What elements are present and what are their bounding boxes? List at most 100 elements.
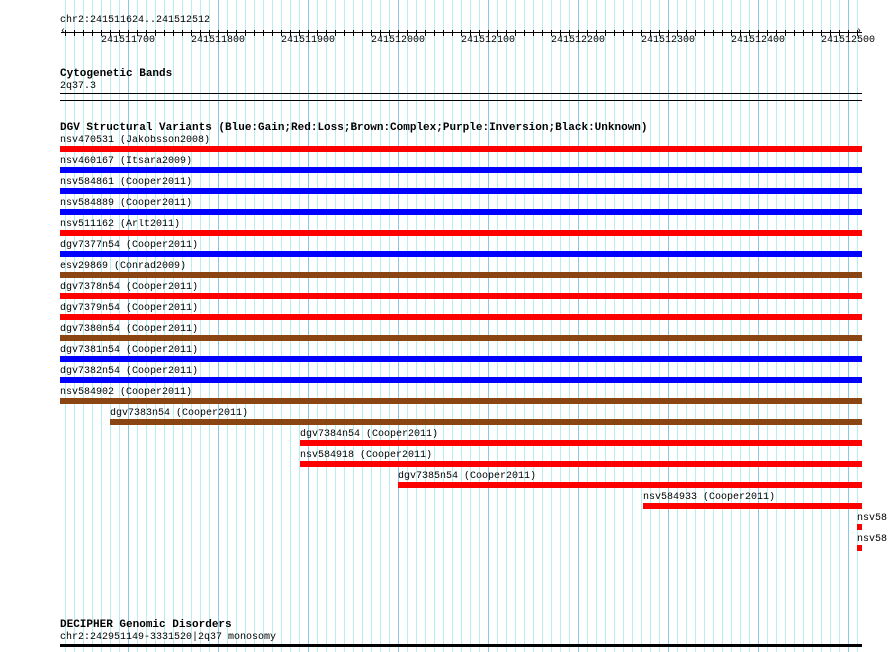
grid-line xyxy=(335,0,336,652)
grid-line xyxy=(470,0,471,652)
grid-line xyxy=(308,0,309,652)
variant-label[interactable]: dgv7378n54 (Cooper2011) xyxy=(60,282,198,293)
ruler-tick xyxy=(623,30,624,36)
grid-line xyxy=(686,0,687,652)
variant-label[interactable]: esv29869 (Conrad2009) xyxy=(60,261,186,272)
grid-line xyxy=(758,0,759,652)
grid-line xyxy=(794,0,795,652)
grid-line xyxy=(425,0,426,652)
variant-bar-complex[interactable] xyxy=(60,272,862,278)
grid-line xyxy=(821,0,822,652)
variant-bar-complex[interactable] xyxy=(110,419,862,425)
ruler-tick xyxy=(794,30,795,36)
grid-line xyxy=(524,0,525,652)
divider xyxy=(60,93,862,94)
grid-line xyxy=(614,0,615,652)
grid-line xyxy=(596,0,597,652)
grid-line xyxy=(452,0,453,652)
grid-line xyxy=(551,0,552,652)
grid-line xyxy=(245,0,246,652)
variant-label[interactable]: nsv58 xyxy=(857,513,887,524)
variant-bar-loss[interactable] xyxy=(60,314,862,320)
grid-line xyxy=(542,0,543,652)
variant-label[interactable]: nsv584861 (Cooper2011) xyxy=(60,177,192,188)
variant-label[interactable]: dgv7382n54 (Cooper2011) xyxy=(60,366,198,377)
variant-bar-gain[interactable] xyxy=(60,377,862,383)
ruler-tick xyxy=(362,30,363,36)
variant-label[interactable]: dgv7380n54 (Cooper2011) xyxy=(60,324,198,335)
ruler-tick xyxy=(533,30,534,36)
variant-label[interactable]: nsv584918 (Cooper2011) xyxy=(300,450,432,461)
grid-line xyxy=(236,0,237,652)
variant-bar-gain[interactable] xyxy=(60,167,862,173)
variant-label[interactable]: nsv584933 (Cooper2011) xyxy=(643,492,775,503)
variant-bar-loss[interactable] xyxy=(857,545,862,551)
grid-line xyxy=(830,0,831,652)
variant-label[interactable]: dgv7381n54 (Cooper2011) xyxy=(60,345,198,356)
grid-line xyxy=(533,0,534,652)
decipher-feature-bar[interactable] xyxy=(60,644,862,647)
ruler-tick xyxy=(164,30,165,36)
cytoband-label[interactable]: 2q37.3 xyxy=(60,81,96,92)
variant-bar-complex[interactable] xyxy=(60,398,862,404)
grid-line xyxy=(668,0,669,652)
ruler-tick xyxy=(713,30,714,36)
ruler-tick xyxy=(173,30,174,36)
variant-label[interactable]: dgv7377n54 (Cooper2011) xyxy=(60,240,198,251)
ruler-tick xyxy=(722,30,723,36)
grid-line xyxy=(380,0,381,652)
variant-label[interactable]: nsv470531 (Jakobsson2008) xyxy=(60,135,210,146)
variant-label[interactable]: dgv7379n54 (Cooper2011) xyxy=(60,303,198,314)
variant-label[interactable]: dgv7385n54 (Cooper2011) xyxy=(398,471,536,482)
ruler-tick xyxy=(335,30,336,36)
variant-bar-gain[interactable] xyxy=(60,188,862,194)
grid-line xyxy=(848,0,849,652)
variant-bar-complex[interactable] xyxy=(60,335,862,341)
ruler-tick xyxy=(425,30,426,36)
ruler-tick xyxy=(254,30,255,36)
grid-line xyxy=(623,0,624,652)
grid-line xyxy=(209,0,210,652)
ruler-tick-label: 241512100 xyxy=(460,35,516,46)
variant-bar-loss[interactable] xyxy=(60,293,862,299)
ruler-tick xyxy=(785,30,786,36)
variant-bar-gain[interactable] xyxy=(60,209,862,215)
variant-label[interactable]: nsv584889 (Cooper2011) xyxy=(60,198,192,209)
variant-bar-loss[interactable] xyxy=(300,440,862,446)
variant-bar-loss[interactable] xyxy=(300,461,862,467)
decipher-label[interactable]: chr2:242951149-3331520|2q37 monosomy xyxy=(60,632,276,643)
variant-label[interactable]: nsv511162 (Arlt2011) xyxy=(60,219,180,230)
ruler-tick xyxy=(245,30,246,36)
grid-line xyxy=(776,0,777,652)
ruler-tick xyxy=(542,30,543,36)
variant-bar-loss[interactable] xyxy=(643,503,862,509)
grid-line xyxy=(218,0,219,652)
ruler-tick xyxy=(605,30,606,36)
ruler-tick xyxy=(92,30,93,36)
variant-bar-gain[interactable] xyxy=(60,251,862,257)
ruler-tick xyxy=(83,30,84,36)
grid-line xyxy=(317,0,318,652)
grid-line xyxy=(488,0,489,652)
variant-label[interactable]: nsv584902 (Cooper2011) xyxy=(60,387,192,398)
ruler-tick xyxy=(344,30,345,36)
variant-bar-loss[interactable] xyxy=(60,146,862,152)
variant-label[interactable]: dgv7384n54 (Cooper2011) xyxy=(300,429,438,440)
variant-label[interactable]: nsv460167 (Itsara2009) xyxy=(60,156,192,167)
grid-line xyxy=(362,0,363,652)
ruler-tick-label: 241512000 xyxy=(370,35,426,46)
variant-label[interactable]: nsv58 xyxy=(857,534,887,545)
grid-line xyxy=(254,0,255,652)
variant-bar-loss[interactable] xyxy=(398,482,862,488)
ruler-tick-label: 241512300 xyxy=(640,35,696,46)
grid-line xyxy=(281,0,282,652)
ruler-tick xyxy=(353,30,354,36)
variant-bar-loss[interactable] xyxy=(60,230,862,236)
grid-line xyxy=(290,0,291,652)
decipher-title: DECIPHER Genomic Disorders xyxy=(60,619,232,631)
variant-bar-loss[interactable] xyxy=(857,524,862,530)
variant-label[interactable]: dgv7383n54 (Cooper2011) xyxy=(110,408,248,419)
grid-line xyxy=(812,0,813,652)
grid-line xyxy=(731,0,732,652)
variant-bar-gain[interactable] xyxy=(60,356,862,362)
